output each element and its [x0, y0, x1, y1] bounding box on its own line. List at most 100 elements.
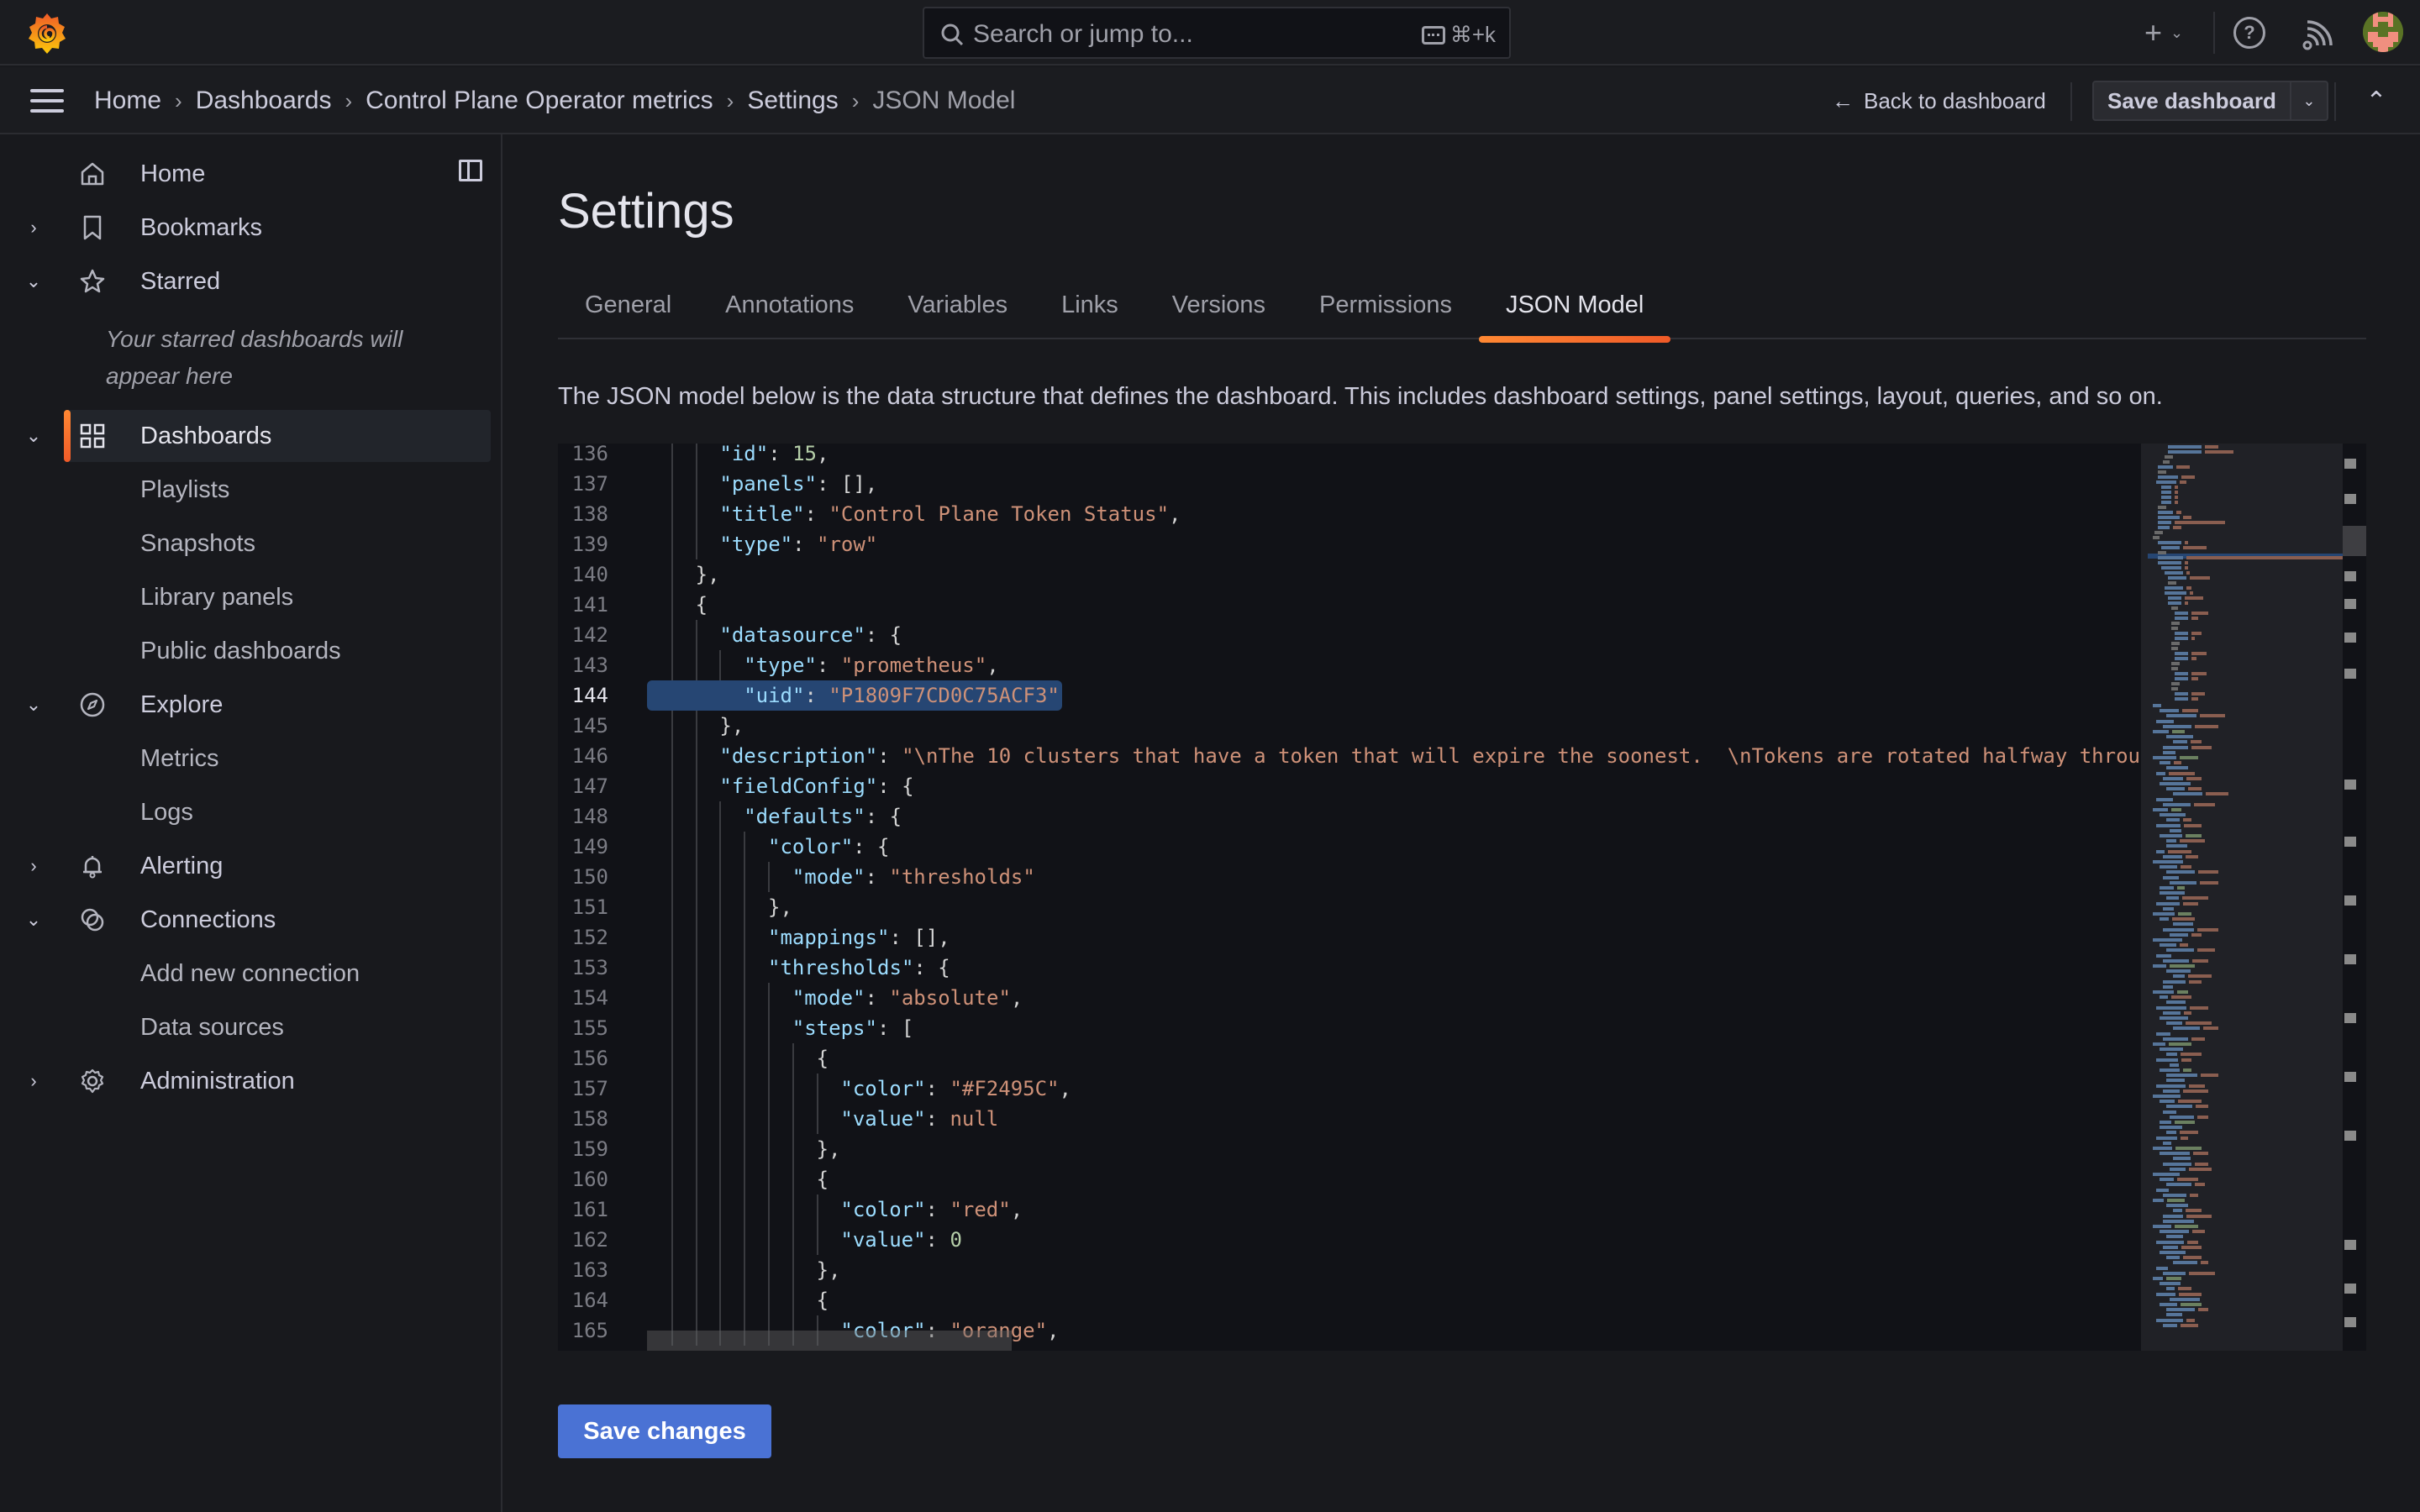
- chevron-right-icon[interactable]: ›: [24, 217, 44, 238]
- help-button[interactable]: ?: [2233, 17, 2265, 49]
- minimap-line: [2156, 1136, 2177, 1140]
- menu-toggle-button[interactable]: [30, 89, 64, 114]
- code-minimap[interactable]: [2141, 444, 2346, 1351]
- minimap-line: [2177, 990, 2188, 994]
- indent-guide: [671, 650, 673, 680]
- collapse-header-chevron-up-icon[interactable]: ⌃: [2361, 86, 2391, 116]
- save-changes-button[interactable]: Save changes: [558, 1404, 771, 1458]
- indent-guide: [744, 862, 746, 892]
- sidebar-item-explore[interactable]: ⌄ Explore: [0, 679, 502, 731]
- json-punctuation: :: [925, 1077, 950, 1100]
- sidebar-item-connections[interactable]: ⌄ Connections: [0, 894, 502, 946]
- code-line: "thresholds": {: [768, 953, 950, 983]
- horizontal-scrollbar[interactable]: [647, 1331, 1012, 1351]
- minimap-line: [2160, 1126, 2182, 1130]
- json-punctuation: },: [816, 1137, 841, 1161]
- nav-bar: Home › Dashboards › Control Plane Operat…: [0, 67, 2420, 134]
- user-avatar[interactable]: [2363, 12, 2403, 52]
- minimap-line: [2160, 761, 2170, 765]
- sidebar-item-public-dashboards[interactable]: Public dashboards: [0, 625, 502, 677]
- sidebar-item-administration[interactable]: › Administration: [0, 1055, 502, 1107]
- sidebar-item-bookmarks[interactable]: › Bookmarks: [0, 202, 502, 254]
- chevron-right-icon[interactable]: ›: [24, 855, 44, 876]
- code-line: },: [719, 711, 744, 741]
- sidebar-item-library-panels[interactable]: Library panels: [0, 571, 502, 623]
- search-input[interactable]: Search or jump to... ⌘+k: [923, 7, 1511, 59]
- indent-guide: [744, 1043, 746, 1074]
- breadcrumb-dashboard[interactable]: Control Plane Operator metrics: [366, 87, 713, 115]
- sidebar-item-alerting[interactable]: › Alerting: [0, 840, 502, 892]
- minimap-line: [2166, 818, 2180, 822]
- chevron-down-icon[interactable]: ⌄: [24, 909, 44, 930]
- tab-permissions[interactable]: Permissions: [1292, 276, 1479, 339]
- breadcrumb-settings[interactable]: Settings: [747, 87, 838, 115]
- json-code-editor[interactable]: 136 137 138 139 140 141 142 143 144 145 146 147 148 1…: [558, 444, 2366, 1351]
- json-punctuation: : {: [877, 774, 914, 798]
- minimap-line: [2200, 714, 2225, 718]
- minimap-line: [2170, 828, 2181, 832]
- chevron-right-icon: ›: [345, 87, 353, 113]
- indent-guide: [744, 1164, 746, 1194]
- sidebar-item-dashboards[interactable]: ⌄ Dashboards: [26, 410, 491, 462]
- indent-guide: [671, 529, 673, 559]
- indent-guide: [744, 1104, 746, 1134]
- sidebar-item-starred[interactable]: ⌄ Starred: [0, 255, 502, 307]
- code-area[interactable]: "id": 15, "panels": [], "title": "Control …: [647, 444, 2155, 1351]
- sidebar-item-playlists[interactable]: Playlists: [0, 464, 502, 516]
- save-dashboard-button[interactable]: Save dashboard: [2094, 82, 2290, 119]
- indent-guide: [671, 1013, 673, 1043]
- minimap-line: [2198, 1308, 2208, 1312]
- indent-guide: [695, 1194, 697, 1225]
- tab-general[interactable]: General: [558, 276, 698, 339]
- indent-guide: [695, 801, 697, 832]
- chevron-down-icon[interactable]: ⌄: [24, 270, 44, 291]
- sidebar-item-label: Add new connection: [140, 959, 360, 987]
- minimap-line: [2190, 591, 2193, 595]
- chevron-down-icon[interactable]: ⌄: [24, 694, 44, 715]
- save-options-chevron-down-icon[interactable]: ⌄: [2289, 82, 2327, 119]
- back-label: Back to dashboard: [1864, 87, 2046, 113]
- code-line: },: [817, 1134, 841, 1164]
- sidebar-item-home[interactable]: Home: [0, 148, 502, 200]
- tab-links[interactable]: Links: [1034, 276, 1145, 339]
- grafana-logo-icon[interactable]: [27, 12, 67, 55]
- minimap-line: [2186, 1318, 2195, 1322]
- news-button[interactable]: [2301, 18, 2334, 52]
- indent-guide: [744, 1013, 746, 1043]
- breadcrumb-home[interactable]: Home: [94, 87, 161, 115]
- indent-guide: [695, 469, 697, 499]
- vertical-scrollbar[interactable]: [2343, 444, 2366, 1351]
- minimap-line: [2173, 1261, 2197, 1265]
- tab-annotations[interactable]: Annotations: [698, 276, 881, 339]
- minimap-line: [2192, 1230, 2205, 1234]
- indent-guide: [816, 1225, 818, 1255]
- indent-guide: [719, 983, 722, 1013]
- sidebar-item-snapshots[interactable]: Snapshots: [0, 517, 502, 570]
- scrollbar-marker: [2344, 633, 2356, 643]
- chevron-right-icon[interactable]: ›: [24, 1070, 44, 1091]
- breadcrumb-dashboards[interactable]: Dashboards: [196, 87, 332, 115]
- add-new-button[interactable]: + ⌄: [2134, 15, 2193, 50]
- minimap-line: [2173, 1026, 2200, 1031]
- tab-json-model[interactable]: JSON Model: [1478, 276, 1671, 343]
- sidebar-item-metrics[interactable]: Metrics: [0, 732, 502, 785]
- minimap-line: [2163, 1037, 2188, 1041]
- scrollbar-thumb[interactable]: [2343, 526, 2366, 556]
- minimap-line: [2197, 1115, 2208, 1119]
- bookmark-icon: [77, 213, 108, 243]
- sidebar-item-data-sources[interactable]: Data sources: [0, 1001, 502, 1053]
- minimap-line: [2178, 1100, 2202, 1104]
- chevron-down-icon[interactable]: ⌄: [24, 425, 44, 446]
- json-punctuation: {: [816, 1047, 829, 1070]
- minimap-line: [2170, 964, 2195, 968]
- line-number: 136: [571, 444, 608, 465]
- indent-guide: [695, 650, 697, 680]
- sidebar-item-add-new-connection[interactable]: Add new connection: [0, 948, 502, 1000]
- tab-variables[interactable]: Variables: [881, 276, 1034, 339]
- tab-versions[interactable]: Versions: [1145, 276, 1292, 339]
- sidebar-item-label: Administration: [140, 1067, 295, 1095]
- back-to-dashboard-button[interactable]: ← Back to dashboard: [1832, 82, 2046, 119]
- code-line: "type": "row": [719, 529, 877, 559]
- sidebar-item-logs[interactable]: Logs: [0, 786, 502, 838]
- minimap-line: [2181, 1303, 2202, 1306]
